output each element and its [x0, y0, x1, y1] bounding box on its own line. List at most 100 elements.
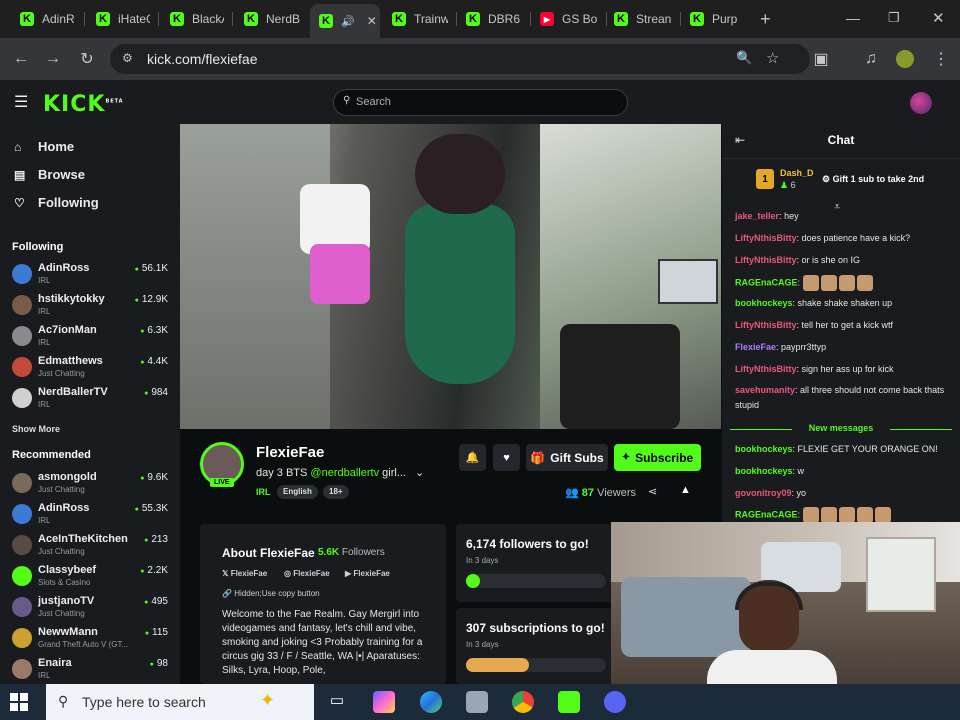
- browser-tab[interactable]: K Trainw: [392, 6, 448, 32]
- chevron-down-icon[interactable]: ⌄: [415, 467, 424, 479]
- tag-18plus[interactable]: 18+: [323, 485, 349, 499]
- channel-viewers: 55.3K: [135, 503, 168, 514]
- chat-username[interactable]: bookhockeys: [735, 466, 793, 476]
- chat-username[interactable]: LiftyNthisBitty: [735, 255, 797, 265]
- browser-tab[interactable]: K NerdB: [244, 6, 300, 32]
- hamburger-menu-icon[interactable]: ☰: [14, 92, 28, 112]
- speaker-icon[interactable]: 🔊: [341, 15, 355, 28]
- channel-viewers: 2.2K: [140, 565, 168, 576]
- close-window-button[interactable]: ✕: [932, 9, 945, 27]
- windows-start-button[interactable]: [10, 693, 28, 711]
- following-channel[interactable]: hstikkytokky IRL 12.9K: [12, 292, 172, 320]
- restore-button[interactable]: ❐: [888, 10, 900, 26]
- browser-tab-active[interactable]: K 🔊 ✕: [310, 4, 380, 38]
- chat-username[interactable]: savehumanity: [735, 385, 795, 395]
- following-channel[interactable]: Ac7ionMan IRL 6.3K: [12, 323, 172, 351]
- instagram-icon: ◎: [284, 569, 291, 578]
- hidden-link[interactable]: 🔗 Hidden;Use copy button: [222, 589, 320, 598]
- recommended-channel[interactable]: Classybeef Slots & Casino 2.2K: [12, 563, 172, 591]
- site-info-icon[interactable]: ⚙: [122, 51, 133, 65]
- zoom-icon[interactable]: 🔍: [736, 50, 752, 66]
- discord-icon[interactable]: [604, 691, 626, 713]
- follow-heart-button[interactable]: ♥: [493, 444, 520, 471]
- social-link-x[interactable]: 𝕏 FlexieFae: [222, 569, 267, 578]
- chat-username[interactable]: LiftyNthisBitty: [735, 364, 797, 374]
- show-more-link[interactable]: Show More: [12, 424, 60, 434]
- streamer-name[interactable]: FlexieFae: [256, 444, 324, 461]
- report-icon[interactable]: ▲: [680, 484, 691, 496]
- browser-tab[interactable]: KiHateC: [96, 6, 150, 32]
- chat-username[interactable]: RAGEnaCAGE: [735, 277, 798, 287]
- recommended-channel[interactable]: NewwMann Grand Theft Auto V (GT... 115: [12, 625, 172, 653]
- recommended-channel[interactable]: justjanoTV Just Chatting 495: [12, 594, 172, 622]
- social-link-instagram[interactable]: ◎ FlexieFae: [284, 569, 330, 578]
- chat-username[interactable]: FlexieFae: [735, 342, 776, 352]
- browser-menu-icon[interactable]: ⋮: [930, 48, 952, 70]
- minimize-button[interactable]: —: [846, 10, 860, 26]
- chat-username[interactable]: LiftyNthisBitty: [735, 320, 797, 330]
- chat-username[interactable]: bookhockeys: [735, 444, 793, 454]
- channel-viewers: 98: [150, 658, 168, 669]
- channel-category: IRL: [38, 276, 51, 285]
- video-player[interactable]: [180, 124, 721, 429]
- subscribe-button[interactable]: ✦ Subscribe: [614, 444, 701, 471]
- sidebar-item-following[interactable]: ♡ Following: [14, 195, 99, 210]
- browser-tab[interactable]: K Strean: [614, 6, 674, 32]
- back-button[interactable]: ←: [10, 48, 32, 70]
- bookmark-star-icon[interactable]: ☆: [766, 49, 779, 67]
- chat-username[interactable]: LiftyNthisBitty: [735, 233, 797, 243]
- share-icon[interactable]: ⋖: [648, 485, 657, 498]
- file-explorer-icon[interactable]: [466, 691, 488, 713]
- browser-tab[interactable]: ▶ GS Bo: [540, 6, 602, 32]
- recommended-channel[interactable]: AceInTheKitchen Just Chatting 213: [12, 532, 172, 560]
- new-tab-button[interactable]: +: [760, 9, 771, 30]
- tag-english[interactable]: English: [277, 485, 318, 499]
- tab-close-icon[interactable]: ✕: [367, 14, 377, 28]
- chat-username[interactable]: govonitroy09: [735, 488, 792, 498]
- tab-search-icon[interactable]: ▣: [810, 48, 832, 70]
- following-channel[interactable]: NerdBallerTV IRL 984: [12, 385, 172, 413]
- gift-leaderboard[interactable]: 1 Dash_D ♟ 6 ⚙ Gift 1 sub to take 2nd: [722, 158, 960, 202]
- following-channel[interactable]: Edmatthews Just Chatting 4.4K: [12, 354, 172, 382]
- kick-logo[interactable]: KICKBETA: [43, 92, 124, 117]
- task-view-icon[interactable]: ▭: [326, 691, 348, 713]
- edge-icon[interactable]: [420, 691, 442, 713]
- browser-tab[interactable]: K AdinR: [20, 6, 78, 32]
- video-figure-center: [405, 204, 515, 384]
- notification-bell-button[interactable]: 🔔: [459, 444, 486, 471]
- chat-text: w: [797, 466, 805, 476]
- chrome-icon[interactable]: [512, 691, 534, 713]
- browser-tab[interactable]: K DBR6: [466, 6, 524, 32]
- stream-category[interactable]: IRL: [256, 487, 271, 497]
- sidebar-item-browse[interactable]: ▤ Browse: [14, 167, 85, 182]
- forward-button[interactable]: →: [42, 48, 64, 70]
- social-link-youtube[interactable]: ▶ FlexieFae: [345, 569, 390, 578]
- recommended-channel[interactable]: AdinRoss IRL 55.3K: [12, 501, 172, 529]
- following-channel[interactable]: AdinRoss IRL 56.1K: [12, 261, 172, 289]
- reload-button[interactable]: ↻: [76, 48, 98, 70]
- new-messages-divider[interactable]: New messages: [730, 423, 952, 433]
- media-control-icon[interactable]: ♫: [860, 48, 882, 70]
- profile-avatar[interactable]: [896, 50, 914, 68]
- emote-icon: [874, 507, 891, 523]
- channel-category: Grand Theft Auto V (GT...: [38, 640, 129, 649]
- recommended-channel[interactable]: asmongold Just Chatting 9.6K: [12, 470, 172, 498]
- user-avatar[interactable]: [910, 92, 932, 114]
- gift-subs-button[interactable]: 🎁 Gift Subs: [526, 444, 608, 471]
- search-input[interactable]: ⚲ Search: [333, 89, 628, 116]
- browser-tab[interactable]: K Purp: [690, 6, 742, 32]
- chat-username[interactable]: RAGEnaCAGE: [735, 509, 798, 519]
- browser-tab[interactable]: KBlackA: [170, 6, 224, 32]
- address-bar[interactable]: ⚙ kick.com/flexiefae 🔍 ☆: [110, 44, 810, 74]
- home-icon: ⌂: [14, 139, 22, 154]
- chat-username[interactable]: jake_teller: [735, 211, 779, 221]
- copilot-icon[interactable]: [373, 691, 395, 713]
- goal-date: In 3 days: [466, 556, 499, 565]
- stream-title-mention[interactable]: @nerdballertv: [310, 467, 379, 479]
- sidebar-item-home[interactable]: ⌂ Home: [14, 139, 74, 154]
- recommended-channel[interactable]: Enaira IRL 98: [12, 656, 172, 684]
- taskbar-search-input[interactable]: ⚲ Type here to search ✦: [46, 684, 314, 720]
- chat-message: bookhockeys: FLEXIE GET YOUR ORANGE ON!: [735, 444, 938, 454]
- chat-username[interactable]: bookhockeys: [735, 298, 793, 308]
- kick-app-icon[interactable]: [558, 691, 580, 713]
